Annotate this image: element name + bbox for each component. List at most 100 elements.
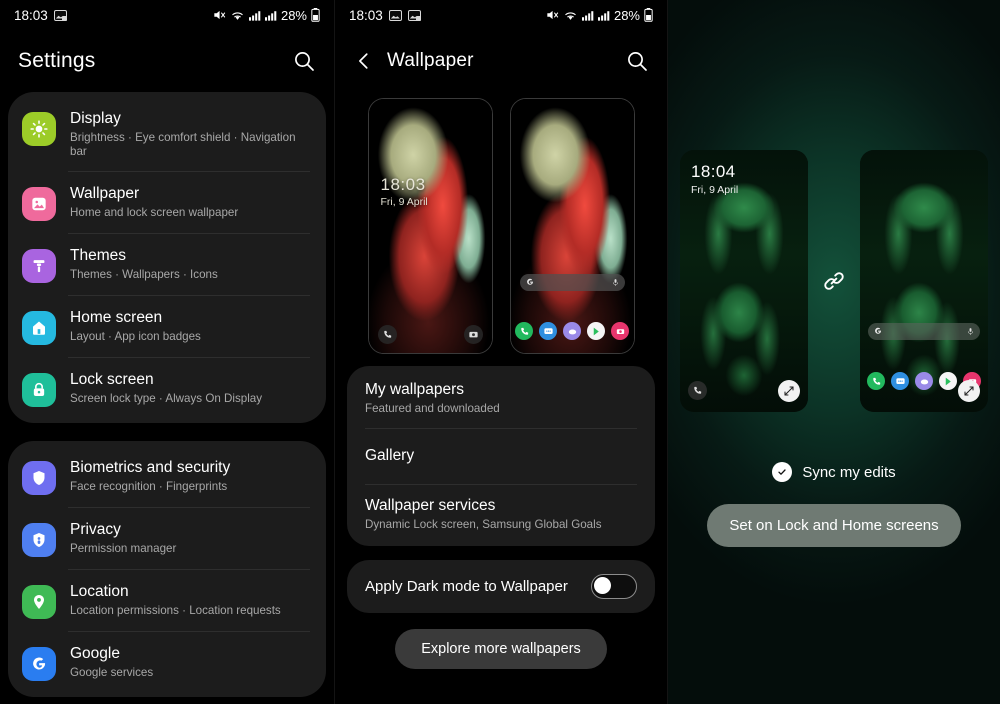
wallpaper-panel: 18:03 28% Wallpaper 18:03 Fri, 9 April M… bbox=[334, 0, 668, 704]
play-store-icon bbox=[939, 372, 957, 390]
expand-icon[interactable] bbox=[778, 380, 800, 402]
settings-row-themes[interactable]: Themes Themes · Wallpapers · Icons bbox=[8, 233, 326, 295]
set-on-lock-and-home-button[interactable]: Set on Lock and Home screens bbox=[707, 504, 961, 547]
settings-row-title: Location bbox=[70, 583, 129, 600]
wallpaper-image bbox=[368, 99, 492, 353]
preview-lock-date: Fri, 9 April bbox=[380, 196, 428, 208]
brightness-icon bbox=[22, 112, 56, 146]
status-bar-settings: 18:03 28% bbox=[0, 0, 334, 30]
settings-row-biometrics[interactable]: Biometrics and security Face recognition… bbox=[8, 445, 326, 507]
settings-row-home-screen[interactable]: Home screen Layout · App icon badges bbox=[8, 295, 326, 357]
screenshot-icon bbox=[407, 9, 421, 21]
settings-row-privacy[interactable]: Privacy Permission manager bbox=[8, 507, 326, 569]
battery-icon bbox=[644, 8, 653, 22]
settings-row-subtitle: Home and lock screen wallpaper bbox=[70, 206, 239, 219]
google-icon bbox=[525, 274, 535, 292]
page-title: Settings bbox=[18, 49, 96, 72]
settings-row-title: Themes bbox=[70, 247, 126, 264]
apply-lock-preview[interactable]: 18:04 Fri, 9 April bbox=[680, 150, 808, 412]
settings-row-subtitle: Google services bbox=[70, 666, 154, 679]
apply-home-preview[interactable] bbox=[860, 150, 988, 412]
settings-row-title: Privacy bbox=[70, 521, 121, 538]
settings-row-subtitle: Brightness · Eye comfort shield · Naviga… bbox=[70, 131, 296, 158]
search-icon[interactable] bbox=[292, 49, 316, 73]
settings-title-bar: Settings bbox=[0, 30, 334, 92]
wallpaper-sources-card: My wallpapers Featured and downloaded Ga… bbox=[347, 366, 655, 546]
home-search-bar bbox=[519, 274, 625, 292]
settings-row-title: Display bbox=[70, 110, 121, 127]
preview-lock-date: Fri, 9 April bbox=[691, 184, 739, 196]
dark-mode-label: Apply Dark mode to Wallpaper bbox=[365, 578, 568, 595]
home-screen-preview[interactable] bbox=[509, 98, 635, 354]
paint-roller-icon bbox=[22, 249, 56, 283]
wallpaper-source-services[interactable]: Wallpaper services Dynamic Lock screen, … bbox=[347, 484, 655, 544]
settings-row-subtitle: Face recognition · Fingerprints bbox=[70, 480, 228, 493]
wifi-icon bbox=[563, 9, 578, 22]
settings-card-security: Biometrics and security Face recognition… bbox=[8, 441, 326, 697]
messages-icon bbox=[539, 322, 557, 340]
settings-panel: 18:03 28% Settings Display Brightness · … bbox=[0, 0, 334, 704]
settings-row-wallpaper[interactable]: Wallpaper Home and lock screen wallpaper bbox=[8, 171, 326, 233]
expand-icon[interactable] bbox=[958, 380, 980, 402]
explore-more-wallpapers-button[interactable]: Explore more wallpapers bbox=[395, 629, 607, 669]
link-icon[interactable] bbox=[822, 269, 846, 293]
settings-row-google[interactable]: Google Google services bbox=[8, 631, 326, 693]
home-icon bbox=[22, 311, 56, 345]
contacts-icon bbox=[915, 372, 933, 390]
lock-icon bbox=[22, 373, 56, 407]
settings-row-title: Wallpaper bbox=[70, 185, 140, 202]
signal-icon bbox=[248, 10, 261, 21]
image-icon bbox=[22, 187, 56, 221]
settings-row-subtitle: Permission manager bbox=[70, 542, 177, 555]
settings-row-title: Google bbox=[70, 645, 120, 662]
back-chevron-icon[interactable] bbox=[353, 50, 375, 72]
wallpaper-title-bar: Wallpaper bbox=[335, 30, 667, 92]
mute-icon bbox=[212, 8, 226, 22]
battery-icon bbox=[311, 8, 320, 22]
wifi-icon bbox=[230, 9, 245, 22]
status-time: 18:03 bbox=[349, 7, 383, 23]
lock-screen-preview[interactable]: 18:03 Fri, 9 April bbox=[367, 98, 493, 354]
play-store-icon bbox=[587, 322, 605, 340]
map-pin-icon bbox=[22, 585, 56, 619]
wallpaper-previews: 18:03 Fri, 9 April bbox=[335, 92, 667, 366]
mute-icon bbox=[545, 8, 559, 22]
dark-mode-row[interactable]: Apply Dark mode to Wallpaper bbox=[347, 560, 655, 613]
settings-row-subtitle: Location permissions · Location requests bbox=[70, 604, 281, 617]
screenshot-icon bbox=[53, 9, 67, 21]
dark-mode-toggle[interactable] bbox=[591, 574, 637, 599]
sync-my-edits-row[interactable]: Sync my edits bbox=[668, 462, 1000, 482]
signal-icon bbox=[581, 10, 594, 21]
settings-row-title: Home screen bbox=[70, 309, 163, 326]
mic-icon bbox=[611, 274, 620, 292]
wallpaper-apply-panel: 18:04 Fri, 9 April Sync my edits Set on … bbox=[668, 0, 1000, 704]
settings-row-subtitle: Screen lock type · Always On Display bbox=[70, 392, 263, 405]
settings-row-subtitle: Themes · Wallpapers · Icons bbox=[70, 268, 218, 281]
settings-row-location[interactable]: Location Location permissions · Location… bbox=[8, 569, 326, 631]
phone-icon bbox=[867, 372, 885, 390]
settings-row-subtitle: Layout · App icon badges bbox=[70, 330, 201, 343]
toggle-knob bbox=[594, 577, 611, 594]
check-circle-icon[interactable] bbox=[772, 462, 793, 482]
source-subtitle: Featured and downloaded bbox=[365, 402, 500, 415]
mic-icon bbox=[966, 323, 975, 341]
wallpaper-source-my-wallpapers[interactable]: My wallpapers Featured and downloaded bbox=[347, 368, 655, 428]
shield-icon bbox=[22, 461, 56, 495]
wallpaper-source-gallery[interactable]: Gallery bbox=[347, 428, 655, 484]
battery-percent: 28% bbox=[613, 7, 640, 23]
status-bar-wallpaper: 18:03 28% bbox=[335, 0, 667, 30]
home-search-bar bbox=[868, 323, 980, 340]
wallpaper-image bbox=[510, 99, 634, 353]
search-icon[interactable] bbox=[625, 49, 649, 73]
phone-icon bbox=[377, 325, 397, 344]
home-dock bbox=[511, 322, 634, 340]
phone-icon bbox=[515, 322, 533, 340]
signal-icon bbox=[597, 10, 610, 21]
screenshot-root: 18:03 28% Settings Display Brightness · … bbox=[0, 0, 1000, 704]
settings-row-title: Biometrics and security bbox=[70, 459, 231, 476]
settings-row-display[interactable]: Display Brightness · Eye comfort shield … bbox=[8, 96, 326, 171]
sync-label: Sync my edits bbox=[802, 463, 896, 481]
settings-row-title: Lock screen bbox=[70, 371, 154, 388]
settings-row-lock-screen[interactable]: Lock screen Screen lock type · Always On… bbox=[8, 357, 326, 419]
phone-icon bbox=[688, 381, 707, 400]
